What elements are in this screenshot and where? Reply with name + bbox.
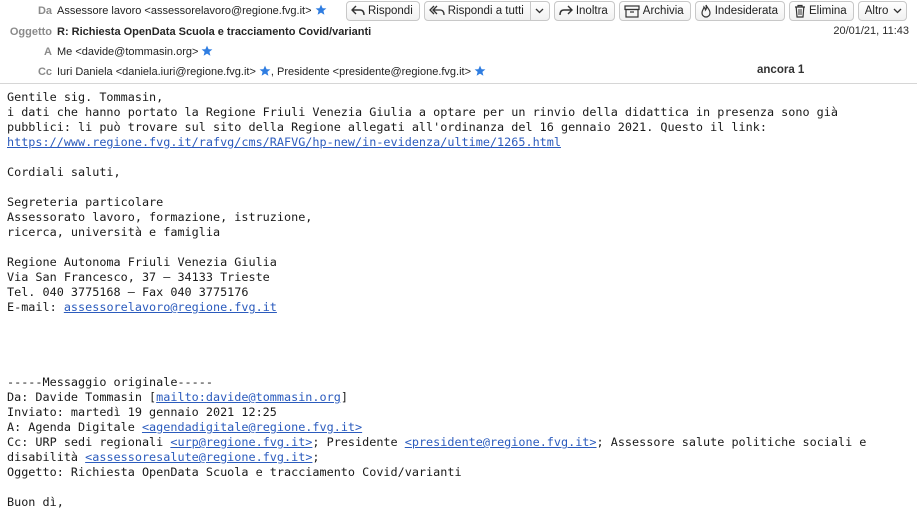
forward-icon	[559, 5, 573, 16]
original-cc-tail: ; Assessore salute politiche sociali e	[596, 435, 867, 449]
from-address[interactable]: Assessore lavoro <assessorelavoro@region…	[57, 5, 312, 17]
cc-row: Cc Iuri Daniela <daniela.iuri@regione.fv…	[0, 62, 740, 82]
signature-line: ricerca, università e famiglia	[7, 225, 221, 239]
original-cc-link-urp[interactable]: <urp@regione.fvg.it>	[170, 435, 312, 449]
original-cc2-suffix: ;	[312, 450, 320, 464]
cc-label: Cc	[37, 66, 52, 78]
original-from-link[interactable]: mailto:davide@tommasin.org	[156, 390, 341, 404]
region-link[interactable]: https://www.regione.fvg.it/rafvg/cms/RAF…	[7, 135, 561, 149]
body-line: Cordiali saluti,	[7, 165, 121, 179]
signature-line: Segreteria particolare	[7, 195, 164, 209]
cc-address-2[interactable]: , Presidente <presidente@regione.fvg.it>	[271, 66, 471, 78]
original-cc-prefix: Cc: URP sedi regionali	[7, 435, 171, 449]
signature-line: Via San Francesco, 37 – 34133 Trieste	[7, 270, 270, 284]
cc-value: Iuri Daniela <daniela.iuri@regione.fvg.i…	[57, 62, 486, 82]
original-cc2-prefix: disabilità	[7, 450, 86, 464]
message-body: Gentile sig. Tommasin, i dati che hanno …	[7, 90, 912, 510]
delete-label: Elimina	[809, 5, 847, 17]
original-to-link[interactable]: <agendadigitale@regione.fvg.it>	[142, 420, 362, 434]
reply-all-label: Rispondi a tutti	[447, 5, 524, 17]
original-sent-line: Inviato: martedì 19 gennaio 2021 12:25	[7, 405, 277, 419]
from-value[interactable]: Assessore lavoro <assessorelavoro@region…	[57, 1, 327, 21]
subject-row: Oggetto R: Richiesta OpenData Scuola e t…	[0, 22, 820, 42]
chevron-down-icon	[535, 8, 544, 14]
from-label: Da	[37, 5, 52, 17]
trash-icon	[795, 4, 805, 18]
greeting-line: Buon dì,	[7, 495, 64, 509]
signature-line: Assessorato lavoro, formazione, istruzio…	[7, 210, 313, 224]
from-row: Da Assessore lavoro <assessorelavoro@reg…	[0, 1, 345, 21]
original-from-line: Da: Davide Tommasin [mailto:davide@tomma…	[7, 390, 912, 405]
reply-label: Rispondi	[368, 5, 413, 17]
body-line: Gentile sig. Tommasin,	[7, 90, 164, 104]
message-header: Da Assessore lavoro <assessorelavoro@reg…	[0, 0, 917, 84]
original-cc-link-salute[interactable]: <assessoresalute@regione.fvg.it>	[85, 450, 312, 464]
subject-value: R: Richiesta OpenData Scuola e tracciame…	[57, 26, 372, 38]
archive-icon	[624, 4, 640, 18]
original-from-prefix: Da: Davide Tommasin [	[7, 390, 157, 404]
signature-line: Tel. 040 3775168 – Fax 040 3775176	[7, 285, 249, 299]
star-icon[interactable]	[315, 4, 327, 16]
original-from-suffix: ]	[340, 390, 348, 404]
forward-label: Inoltra	[575, 5, 608, 17]
reply-all-button[interactable]: Rispondi a tutti	[425, 2, 531, 20]
more-recipients-link[interactable]: ancora 1	[757, 64, 804, 76]
to-row: A Me <davide@tommasin.org>	[0, 42, 400, 62]
archive-button[interactable]: Archivia	[618, 1, 691, 21]
delete-button[interactable]: Elimina	[789, 1, 854, 21]
header-divider	[0, 83, 917, 84]
flame-icon	[701, 4, 711, 18]
star-icon[interactable]	[474, 65, 486, 77]
original-separator: -----Messaggio originale-----	[7, 375, 213, 389]
original-cc-link-presidente[interactable]: <presidente@regione.fvg.it>	[405, 435, 597, 449]
original-cc-line-2: disabilità <assessoresalute@regione.fvg.…	[7, 450, 912, 465]
original-cc-line: Cc: URP sedi regionali <urp@regione.fvg.…	[7, 435, 912, 450]
star-icon[interactable]	[259, 65, 271, 77]
email-link[interactable]: assessorelavoro@regione.fvg.it	[64, 300, 277, 314]
reply-all-button-group: Rispondi a tutti	[423, 1, 550, 21]
to-value[interactable]: Me <davide@tommasin.org>	[57, 42, 213, 62]
archive-label: Archivia	[642, 5, 684, 17]
body-line: i dati che hanno portato la Regione Friu…	[7, 105, 838, 119]
star-icon[interactable]	[201, 45, 213, 57]
reply-all-dropdown[interactable]	[531, 2, 549, 20]
forward-button[interactable]: Inoltra	[553, 1, 615, 21]
signature-line: Regione Autonoma Friuli Venezia Giulia	[7, 255, 277, 269]
more-button[interactable]: Altro	[857, 1, 908, 21]
reply-button[interactable]: Rispondi	[346, 1, 420, 21]
chevron-down-icon	[893, 8, 902, 14]
junk-button[interactable]: Indesiderata	[694, 1, 785, 21]
reply-icon	[351, 5, 365, 16]
body-line: https://www.regione.fvg.it/rafvg/cms/RAF…	[7, 135, 912, 150]
body-line: pubblici: li può trovare sul sito della …	[7, 120, 767, 134]
original-to-prefix: A: Agenda Digitale	[7, 420, 142, 434]
message-toolbar: Rispondi Rispondi a tutti Inoltra Archiv…	[346, 1, 908, 21]
cc-address-1[interactable]: Iuri Daniela <daniela.iuri@regione.fvg.i…	[57, 66, 256, 78]
signature-email-line: E-mail: assessorelavoro@regione.fvg.it	[7, 300, 912, 315]
reply-all-icon	[428, 5, 445, 16]
message-date: 20/01/21, 11:43	[833, 25, 909, 37]
subject-label: Oggetto	[9, 26, 52, 38]
original-subject-line: Oggetto: Richiesta OpenData Scuola e tra…	[7, 465, 462, 479]
original-to-line: A: Agenda Digitale <agendadigitale@regio…	[7, 420, 912, 435]
junk-label: Indesiderata	[714, 5, 778, 17]
to-label: A	[44, 46, 52, 58]
more-label: Altro	[864, 5, 889, 17]
to-address[interactable]: Me <davide@tommasin.org>	[57, 46, 198, 58]
original-cc-mid: ; Presidente	[312, 435, 405, 449]
email-label: E-mail:	[7, 300, 64, 314]
